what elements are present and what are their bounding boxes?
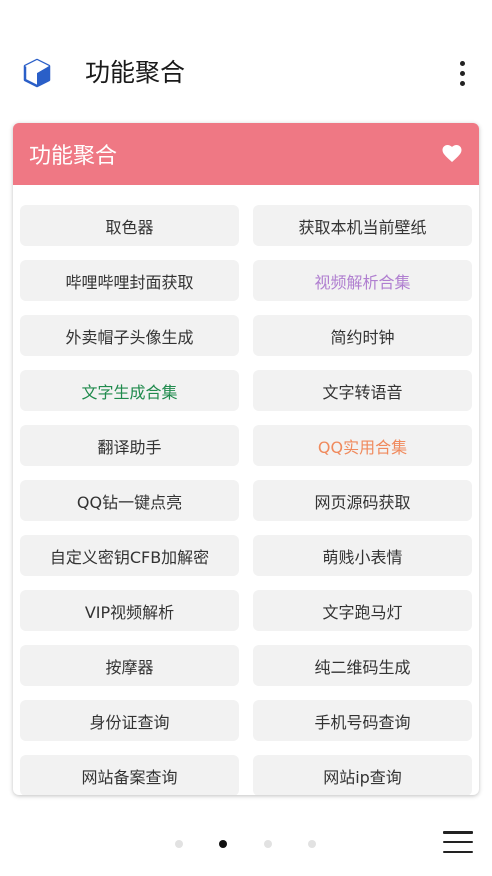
feature-button[interactable]: 简约时钟 — [253, 315, 472, 356]
feature-button[interactable]: 取色器 — [20, 205, 239, 246]
feature-button[interactable]: 网站备案查询 — [20, 755, 239, 795]
card-title: 功能聚合 — [29, 144, 118, 169]
feature-button[interactable]: 文字转语音 — [253, 370, 472, 411]
feature-button[interactable]: 手机号码查询 — [253, 700, 472, 741]
feature-button[interactable]: QQ实用合集 — [253, 425, 472, 466]
feature-button[interactable]: 身份证查询 — [20, 700, 239, 741]
page-dot[interactable] — [308, 840, 316, 848]
feature-button[interactable]: 网站ip查询 — [253, 755, 472, 795]
card-header: 功能聚合 — [13, 123, 479, 185]
feature-button[interactable]: VIP视频解析 — [20, 590, 239, 631]
feature-grid: 取色器 获取本机当前壁纸 哔哩哔哩封面获取 视频解析合集 外卖帽子头像生成 简约时钟 文字生… — [20, 205, 472, 795]
app-bar: 功能聚合 — [0, 36, 492, 110]
feature-button[interactable]: 网页源码获取 — [253, 480, 472, 521]
feature-button[interactable]: 自定义密钥CFB加解密 — [20, 535, 239, 576]
feature-card: 功能聚合 取色器 获取本机当前壁纸 哔哩哔哩封面获取 视频解析合集 外卖帽子头像生成 简约… — [13, 123, 479, 795]
page-dot[interactable] — [264, 840, 272, 848]
feature-button[interactable]: 翻译助手 — [20, 425, 239, 466]
feature-button[interactable]: 哔哩哔哩封面获取 — [20, 260, 239, 301]
feature-button[interactable]: 文字生成合集 — [20, 370, 239, 411]
more-vert-icon[interactable] — [448, 54, 476, 92]
heart-icon[interactable] — [441, 143, 463, 165]
page-dot[interactable] — [175, 840, 183, 848]
cube-icon — [23, 58, 51, 88]
feature-button[interactable]: 外卖帽子头像生成 — [20, 315, 239, 356]
feature-button[interactable]: 视频解析合集 — [253, 260, 472, 301]
page-indicator — [0, 828, 492, 858]
feature-button[interactable]: 萌贱小表情 — [253, 535, 472, 576]
app-title: 功能聚合 — [85, 58, 186, 87]
feature-button[interactable]: 按摩器 — [20, 645, 239, 686]
feature-button[interactable]: 纯二维码生成 — [253, 645, 472, 686]
feature-button[interactable]: 文字跑马灯 — [253, 590, 472, 631]
page-dot[interactable] — [219, 840, 227, 848]
hamburger-menu-icon[interactable] — [443, 831, 473, 853]
feature-button[interactable]: QQ钻一键点亮 — [20, 480, 239, 521]
feature-button[interactable]: 获取本机当前壁纸 — [253, 205, 472, 246]
